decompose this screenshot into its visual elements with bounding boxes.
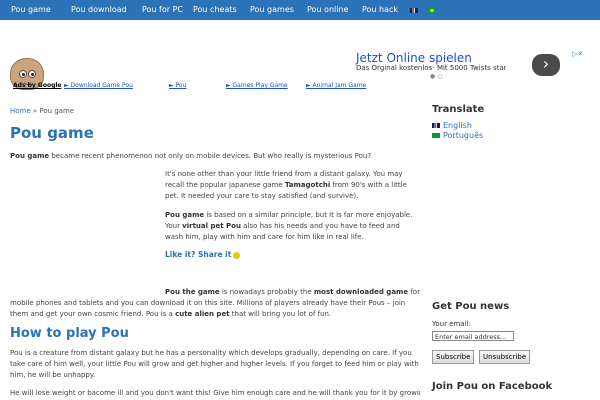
ad-link-bar: Ads by Google ► Download Game Pou ► Pou … [0, 82, 420, 94]
facebook-heading: Join Pou on Facebook [432, 381, 553, 392]
nav-item-pou-for-pc[interactable]: Pou for PC [142, 0, 183, 20]
download-text-a: is nowadays probably the [219, 288, 314, 296]
ad-next-arrow-icon[interactable]: › [532, 54, 560, 76]
top-navigation: Pou game Pou download Pou for PC Pou che… [0, 0, 600, 20]
pou-left-eye [19, 70, 27, 78]
portugues-label[interactable]: Português [443, 131, 483, 140]
breadcrumb-home[interactable]: Home [10, 107, 31, 115]
intro-paragraph: Pou game became recent phenomenon not on… [10, 151, 420, 162]
ad-carousel-dots[interactable]: ●○ [430, 73, 444, 80]
email-label: Your email: [432, 320, 471, 328]
download-text-c: that will bring you lot of fun. [229, 310, 332, 318]
principle-paragraph: Pou game is based on a similar principle… [165, 210, 415, 243]
download-paragraph: Pou the game is nowadays probably the mo… [10, 287, 420, 320]
like-share-text[interactable]: Like it? Share it [165, 250, 231, 259]
download-bold-b: most downloaded game [313, 288, 409, 296]
ad-choices-icon[interactable]: ▷✕ [572, 50, 583, 58]
nav-item-pou-hack[interactable]: Pou hack [362, 0, 398, 20]
ads-by-google[interactable]: Ads by Google [13, 82, 61, 89]
uk-flag-icon[interactable] [410, 8, 418, 13]
intro-bold: Pou game [10, 152, 50, 160]
nav-item-pou-online[interactable]: Pou online [307, 0, 348, 20]
english-label[interactable]: English [443, 121, 472, 130]
how-to-play-paragraph: Pou is a creature from distant galaxy bu… [10, 349, 419, 379]
ad-banner: Jetzt Online spielen Das Orginal kostenl… [0, 20, 600, 90]
like-share-link[interactable]: Like it? Share it [165, 250, 241, 259]
nav-item-pou-download[interactable]: Pou download [71, 0, 127, 20]
principle-bold-b: virtual pet Pou [182, 222, 241, 230]
breadcrumb: Home » Pou game [10, 107, 74, 115]
care-paragraph: He will lose weight or bacome ill and yo… [10, 389, 420, 397]
nav-item-pou-game[interactable]: Pou game [11, 0, 51, 20]
ad-link-games-play-game[interactable]: ► Games Play Game [226, 82, 288, 89]
tamagotchi-paragraph: It's none other than your little friend … [165, 169, 415, 202]
email-field[interactable]: Enter email address... [432, 331, 514, 341]
how-to-play-heading: How to play Pou [10, 326, 129, 341]
translate-portugues-link[interactable]: Português [432, 131, 483, 140]
tamagotchi-bold: Tamagotchi [284, 181, 331, 189]
download-bold-c: cute alien pet [175, 310, 230, 318]
ad-link-download-game-pou[interactable]: ► Download Game Pou [64, 82, 133, 89]
translate-heading: Translate [432, 104, 485, 115]
nav-item-pou-cheats[interactable]: Pou cheats [193, 0, 237, 20]
unsubscribe-button[interactable]: Unsubscribe [479, 350, 531, 364]
intro-text: became recent phenomenon not only on mob… [49, 152, 372, 160]
breadcrumb-current: Pou game [39, 107, 75, 115]
smiley-icon [233, 251, 241, 259]
uk-flag-icon [432, 123, 440, 128]
news-heading: Get Pou news [432, 301, 510, 312]
principle-bold-a: Pou game [165, 211, 205, 219]
page-title: Pou game [10, 124, 94, 142]
ad-link-pou[interactable]: ► Pou [169, 82, 186, 89]
ad-link-animal-jam-game[interactable]: ► Animal Jam Game [306, 82, 366, 89]
translate-english-link[interactable]: English [432, 121, 472, 130]
nav-item-pou-games[interactable]: Pou games [250, 0, 294, 20]
pou-right-eye [28, 70, 36, 78]
ad-title[interactable]: Jetzt Online spielen [356, 51, 472, 65]
subscribe-button[interactable]: Subscribe [432, 350, 475, 364]
brazil-flag-icon[interactable] [428, 8, 436, 13]
brazil-flag-icon [432, 133, 440, 138]
download-bold-a: Pou the game [165, 288, 220, 296]
